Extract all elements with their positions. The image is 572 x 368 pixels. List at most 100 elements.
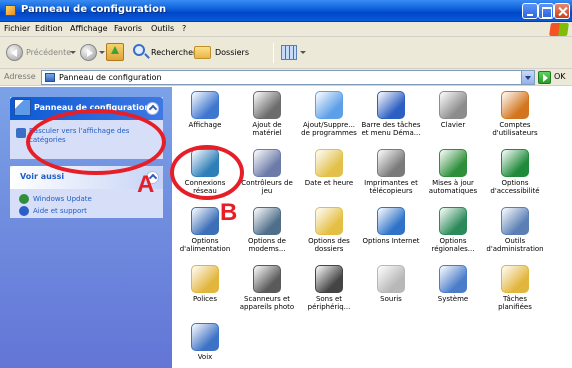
add-hardware-icon: [253, 91, 281, 119]
scanners-cameras-icon: [253, 265, 281, 293]
control-panel-header-icon: [14, 99, 31, 116]
control-panel-item-label: Scanneurs et appareils photo: [239, 295, 295, 311]
control-panel-item-label: Date et heure: [304, 179, 354, 187]
annotation-ellipse-a: [26, 109, 166, 175]
menu-affichage[interactable]: Affichage: [70, 24, 108, 33]
game-controllers-icon: [253, 149, 281, 177]
collapse-chevron-icon[interactable]: [146, 102, 159, 115]
control-panel-icon[interactable]: [5, 5, 16, 16]
control-panel-small-icon: [45, 73, 55, 82]
search-icon[interactable]: [133, 44, 145, 56]
control-panel-item[interactable]: Barre des tâches et menu Déma...: [360, 91, 422, 137]
mouse-icon: [377, 265, 405, 293]
menu-outils[interactable]: Outils: [151, 24, 174, 33]
control-panel-item[interactable]: Contrôleurs de jeu: [236, 149, 298, 195]
switch-view-icon: [16, 128, 26, 138]
menu-fichier[interactable]: Fichier: [4, 24, 30, 33]
control-panel-item[interactable]: Voix: [174, 323, 236, 361]
control-panel-item[interactable]: Ajout/Suppre... de programmes: [298, 91, 360, 137]
control-panel-item[interactable]: Imprimantes et télécopieurs: [360, 149, 422, 195]
control-panel-item-label: Ajout/Suppre... de programmes: [301, 121, 357, 137]
annotation-label-a: A: [137, 171, 155, 198]
system-icon: [439, 265, 467, 293]
address-value[interactable]: Panneau de configuration: [59, 73, 162, 82]
back-button-label[interactable]: Précédente: [26, 48, 71, 57]
annotation-label-b: B: [220, 199, 238, 226]
control-panel-item[interactable]: Options Internet: [360, 207, 422, 245]
address-field[interactable]: Panneau de configuration: [41, 70, 535, 85]
forward-arrow-icon[interactable]: [80, 44, 97, 61]
menu-favoris[interactable]: Favoris: [114, 24, 142, 33]
taskbar-icon: [377, 91, 405, 119]
back-arrow-icon[interactable]: [6, 44, 23, 61]
control-panel-item-label: Polices: [193, 295, 217, 303]
control-panel-item[interactable]: Sons et périphériq...: [298, 265, 360, 311]
menu-bar: Fichier Edition Affichage Favoris Outils…: [0, 22, 572, 37]
control-panel-item[interactable]: Mises à jour automatiques: [422, 149, 484, 195]
views-icon[interactable]: [281, 45, 297, 60]
control-panel-item-label: Clavier: [440, 121, 466, 129]
control-panel-item[interactable]: Affichage: [174, 91, 236, 129]
address-label: Adresse: [4, 72, 36, 81]
control-panel-item-label: Affichage: [188, 121, 222, 129]
control-panel-item[interactable]: Options des dossiers: [298, 207, 360, 253]
control-panel-item-label: Sons et périphériq...: [307, 295, 351, 311]
window-title: Panneau de configuration: [21, 4, 167, 15]
help-support-link[interactable]: Aide et support: [33, 207, 87, 216]
minimize-button[interactable]: [522, 3, 538, 19]
control-panel-item[interactable]: Date et heure: [298, 149, 360, 187]
folder-options-icon: [315, 207, 343, 235]
help-support-icon: [19, 206, 29, 216]
date-time-icon: [315, 149, 343, 177]
control-panel-item[interactable]: Outils d'administration: [484, 207, 546, 253]
toolbar: Précédente Rechercher Dossiers: [0, 37, 572, 69]
control-panel-item[interactable]: Options de modems...: [236, 207, 298, 253]
control-panel-item[interactable]: Options régionales...: [422, 207, 484, 253]
see-also-box-title: Voir aussi: [20, 172, 65, 181]
printers-icon: [377, 149, 405, 177]
control-panel-item-label: Voix: [197, 353, 213, 361]
folders-icon[interactable]: [194, 46, 211, 59]
automatic-updates-icon: [439, 149, 467, 177]
annotation-ellipse-b: [170, 145, 244, 200]
maximize-button[interactable]: [538, 3, 554, 19]
keyboard-icon: [439, 91, 467, 119]
control-panel-items: Affichage Ajout de matériel Ajout/Suppre...…: [172, 87, 572, 368]
go-button-label[interactable]: OK: [554, 72, 566, 81]
control-panel-item-label: Options d'alimentation: [179, 237, 231, 253]
views-dropdown-icon[interactable]: [300, 51, 306, 54]
close-button[interactable]: [554, 3, 570, 19]
folders-button-label[interactable]: Dossiers: [215, 48, 249, 57]
add-remove-programs-icon: [315, 91, 343, 119]
search-button-label[interactable]: Rechercher: [151, 48, 196, 57]
control-panel-item-label: Tâches planifiées: [498, 295, 532, 311]
control-panel-item-label: Mises à jour automatiques: [428, 179, 478, 195]
control-panel-item-label: Outils d'administration: [486, 237, 544, 253]
regional-options-icon: [439, 207, 467, 235]
control-panel-item[interactable]: Polices: [174, 265, 236, 303]
menu-help[interactable]: ?: [182, 24, 186, 33]
windows-update-icon: [19, 194, 29, 204]
back-dropdown-icon[interactable]: [70, 51, 76, 54]
accessibility-icon: [501, 149, 529, 177]
menu-edition[interactable]: Edition: [35, 24, 63, 33]
windows-update-link[interactable]: Windows Update: [33, 195, 92, 204]
control-panel-item[interactable]: Comptes d'utilisateurs: [484, 91, 546, 137]
control-panel-item-label: Souris: [380, 295, 402, 303]
control-panel-item[interactable]: Clavier: [422, 91, 484, 129]
control-panel-item-label: Options d'accessibilité: [490, 179, 540, 195]
go-arrow-icon[interactable]: [538, 71, 551, 84]
control-panel-item[interactable]: Système: [422, 265, 484, 303]
address-bar: Adresse Panneau de configuration OK: [0, 69, 572, 86]
folder-up-icon[interactable]: [106, 43, 124, 61]
speech-icon: [191, 323, 219, 351]
sounds-icon: [315, 265, 343, 293]
control-panel-item[interactable]: Options d'accessibilité: [484, 149, 546, 195]
control-panel-item[interactable]: Souris: [360, 265, 422, 303]
control-panel-item[interactable]: Scanneurs et appareils photo: [236, 265, 298, 311]
forward-dropdown-icon[interactable]: [99, 51, 105, 54]
control-panel-item-label: Imprimantes et télécopieurs: [364, 179, 418, 195]
address-dropdown-icon[interactable]: [521, 71, 534, 84]
control-panel-item[interactable]: Ajout de matériel: [236, 91, 298, 137]
control-panel-item[interactable]: Tâches planifiées: [484, 265, 546, 311]
